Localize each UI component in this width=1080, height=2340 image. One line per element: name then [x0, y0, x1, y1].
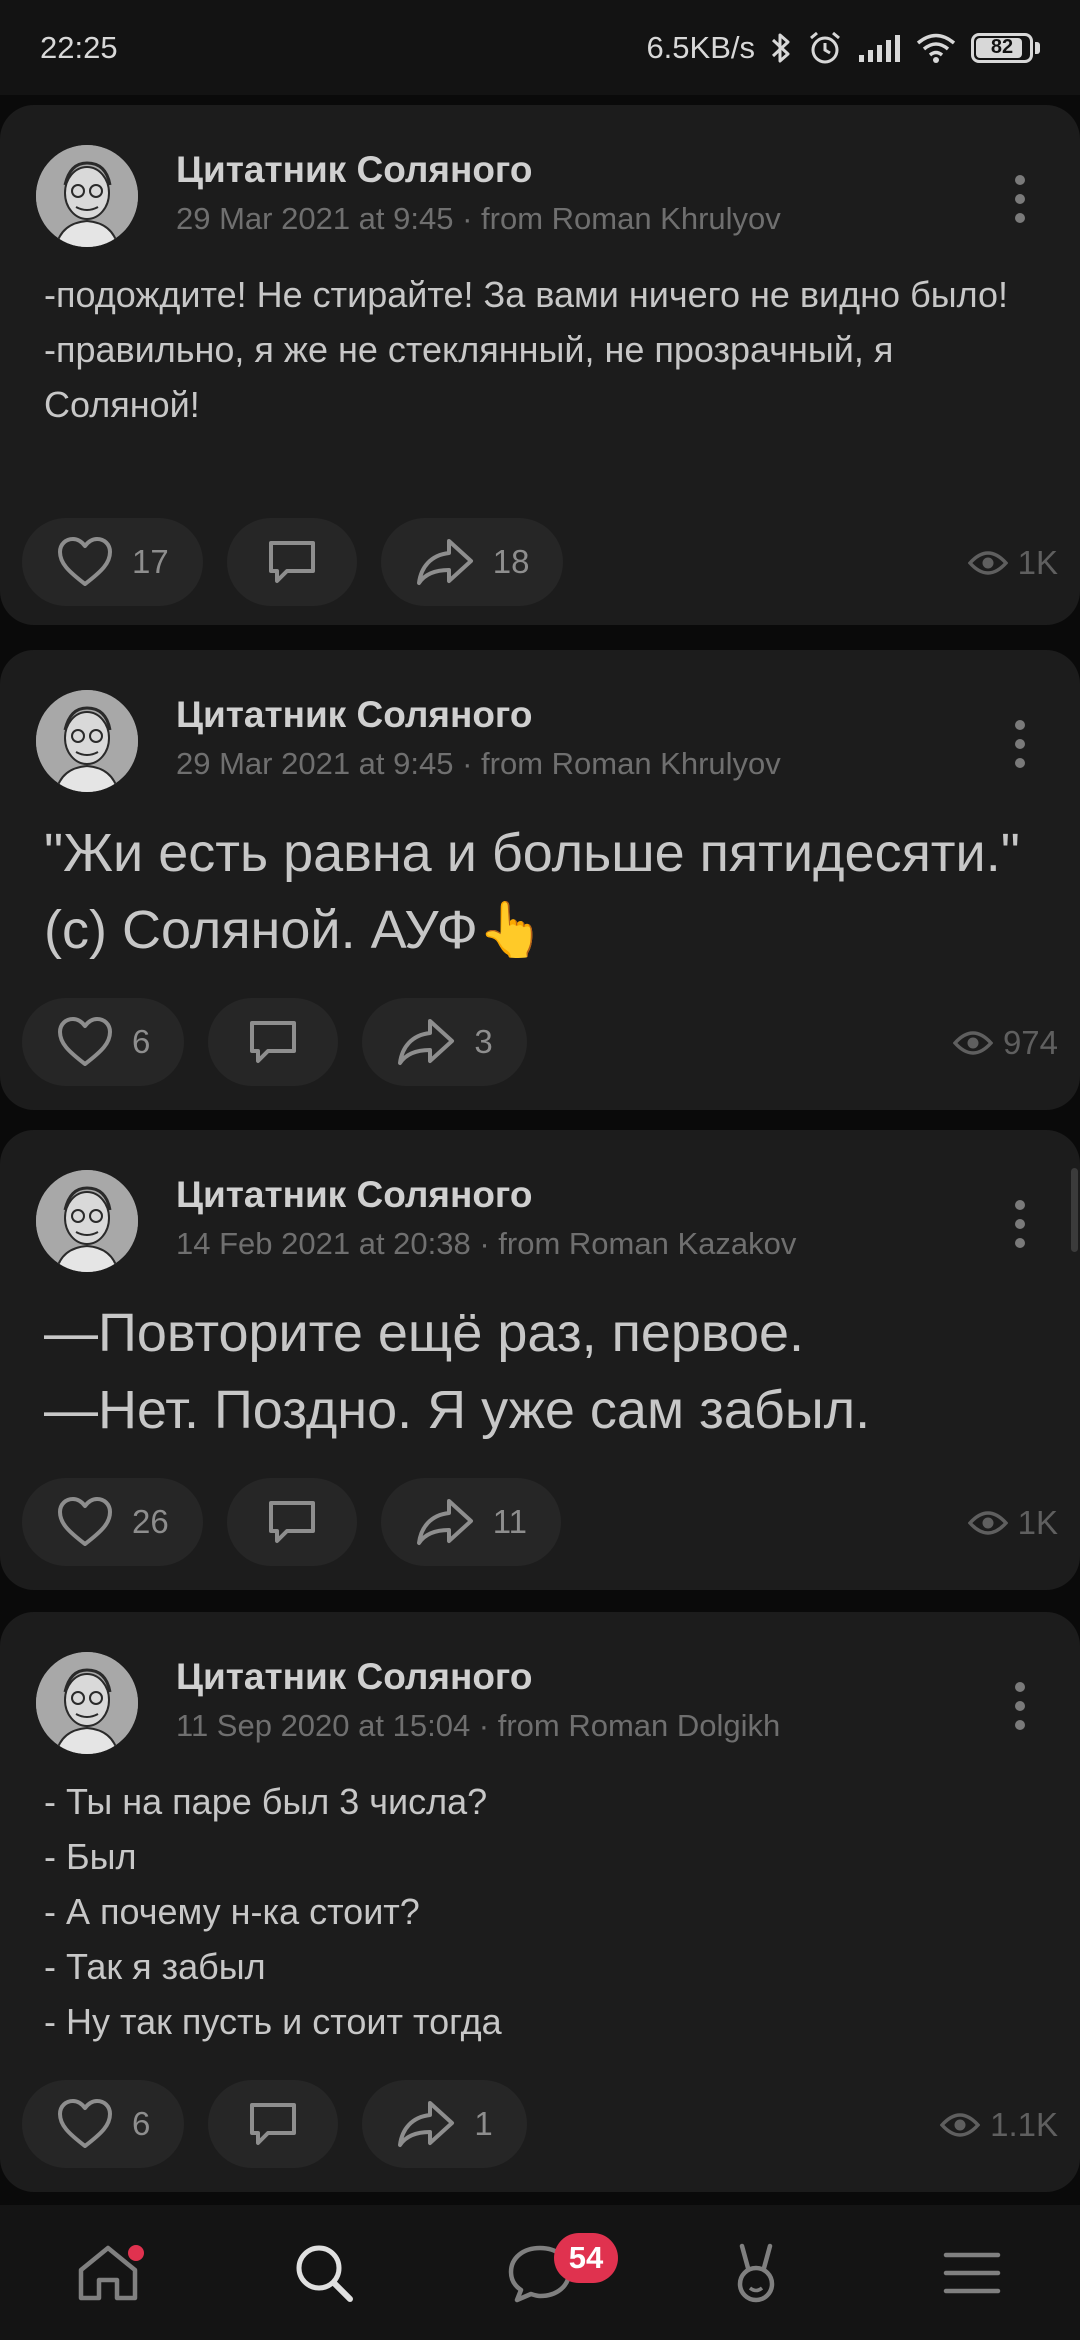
post-meta: 14 Feb 2021 at 20:38 · from Roman Kazako…: [176, 1226, 797, 1261]
alarm-icon: [810, 31, 840, 63]
views-counter: 974: [952, 998, 1058, 1088]
more-options-icon[interactable]: [1008, 175, 1032, 223]
share-count: 3: [474, 1023, 493, 1060]
views-counter: 1.1K: [940, 2080, 1058, 2170]
post-actions: 6 3: [22, 998, 1080, 1088]
comment-icon: [268, 1501, 315, 1543]
author-name[interactable]: Цитатник Соляного: [176, 1656, 532, 1698]
post-meta: 11 Sep 2020 at 15:04 · from Roman Dolgik…: [176, 1708, 781, 1743]
more-options-icon[interactable]: [1008, 1200, 1032, 1248]
share-button[interactable]: 3: [362, 998, 527, 1086]
post-card: Цитатник Соляного 29 Mar 2021 at 9:45 · …: [0, 105, 1080, 625]
share-count: 11: [492, 1503, 527, 1540]
views-counter: 1K: [967, 1478, 1058, 1568]
views-counter: 1K: [967, 518, 1058, 608]
services-icon: [737, 2243, 775, 2302]
nav-menu[interactable]: [912, 2223, 1032, 2323]
more-options-icon[interactable]: [1008, 1682, 1032, 1730]
post-header: Цитатник Соляного 29 Mar 2021 at 9:45 · …: [0, 105, 1080, 275]
share-count: 18: [492, 543, 530, 580]
heart-icon: [58, 1017, 112, 1066]
post-actions: 26 11: [22, 1478, 1080, 1568]
share-icon: [416, 539, 473, 585]
author-name[interactable]: Цитатник Соляного: [176, 1174, 532, 1216]
more-options-icon[interactable]: [1008, 720, 1032, 768]
network-speed: 6.5KB/s: [646, 29, 755, 65]
comment-icon: [250, 2103, 297, 2145]
nav-search[interactable]: [264, 2223, 384, 2323]
like-count: 17: [132, 543, 169, 580]
eye-icon: [952, 1031, 993, 1055]
avatar[interactable]: [36, 690, 138, 792]
share-icon: [416, 1499, 473, 1545]
like-count: 26: [132, 1503, 169, 1540]
nav-services[interactable]: [696, 2223, 816, 2323]
heart-icon: [58, 537, 112, 586]
comment-button[interactable]: [226, 518, 357, 606]
like-button[interactable]: 6: [22, 998, 185, 1086]
comment-button[interactable]: [226, 1478, 357, 1566]
notification-dot: [128, 2244, 144, 2261]
views-count: 1.1K: [990, 2106, 1058, 2143]
battery-icon: 82: [971, 32, 1040, 63]
post-card: Цитатник Соляного 29 Mar 2021 at 9:45 · …: [0, 650, 1080, 1110]
eye-icon: [940, 2113, 981, 2137]
post-text: "Жи есть равна и больше пятидесяти." (с)…: [44, 823, 1020, 960]
search-icon: [296, 2245, 353, 2302]
comment-icon: [268, 541, 315, 583]
share-count: 1: [474, 2105, 493, 2142]
battery-level: 82: [990, 36, 1014, 58]
bottom-navigation: 54: [0, 2205, 1080, 2340]
avatar[interactable]: [36, 1170, 138, 1272]
post-header: Цитатник Соляного 14 Feb 2021 at 20:38 ·…: [0, 1130, 1080, 1300]
eye-icon: [967, 1511, 1008, 1535]
status-icons: 6.5KB/s 82: [646, 30, 1040, 66]
signal-icon: [859, 34, 900, 62]
views-count: 974: [1002, 1024, 1058, 1061]
scrollbar[interactable]: [1071, 1168, 1078, 1252]
avatar[interactable]: [36, 1652, 138, 1754]
share-button[interactable]: 18: [380, 518, 564, 606]
share-icon: [398, 1019, 455, 1065]
comment-button[interactable]: [208, 998, 339, 1086]
avatar[interactable]: [36, 145, 138, 247]
eye-icon: [967, 551, 1008, 575]
menu-icon: [943, 2252, 1001, 2293]
post-text: -подождите! Не стирайте! За вами ничего …: [44, 274, 1009, 425]
post-text: —Повторите ещё раз, первое. —Нет. Поздно…: [44, 1303, 871, 1440]
like-count: 6: [132, 2105, 151, 2142]
messages-badge: 54: [554, 2232, 618, 2283]
status-time: 22:25: [40, 29, 118, 65]
author-name[interactable]: Цитатник Соляного: [176, 694, 532, 736]
post-header: Цитатник Соляного 11 Sep 2020 at 15:04 ·…: [0, 1612, 1080, 1782]
like-count: 6: [132, 1023, 151, 1060]
share-icon: [398, 2101, 455, 2147]
heart-icon: [58, 1497, 112, 1546]
post-meta: 29 Mar 2021 at 9:45 · from Roman Khrulyo…: [176, 201, 781, 236]
post-header: Цитатник Соляного 29 Mar 2021 at 9:45 · …: [0, 650, 1080, 820]
like-button[interactable]: 26: [22, 1478, 203, 1566]
post-card: Цитатник Соляного 11 Sep 2020 at 15:04 ·…: [0, 1612, 1080, 2192]
post-text: - Ты на паре был 3 числа? - Был - А поче…: [44, 1781, 502, 2042]
author-name[interactable]: Цитатник Соляного: [176, 149, 532, 191]
comment-icon: [250, 1021, 297, 1063]
like-button[interactable]: 17: [22, 518, 203, 606]
like-button[interactable]: 6: [22, 2080, 185, 2168]
wifi-icon: [916, 33, 956, 63]
post-card: Цитатник Соляного 14 Feb 2021 at 20:38 ·…: [0, 1130, 1080, 1590]
nav-home[interactable]: [48, 2223, 168, 2323]
share-button[interactable]: 11: [380, 1478, 561, 1566]
post-actions: 17 18: [22, 518, 1080, 608]
nav-messages[interactable]: 54: [480, 2223, 618, 2323]
views-count: 1K: [1017, 544, 1058, 581]
share-button[interactable]: 1: [362, 2080, 527, 2168]
heart-icon: [58, 2099, 112, 2148]
comment-button[interactable]: [208, 2080, 339, 2168]
post-meta: 29 Mar 2021 at 9:45 · from Roman Khrulyo…: [176, 746, 781, 781]
status-bar: 22:25 6.5KB/s 82: [0, 0, 1080, 95]
bluetooth-icon: [771, 33, 790, 62]
views-count: 1K: [1017, 1504, 1058, 1541]
post-actions: 6 1: [22, 2080, 1080, 2170]
